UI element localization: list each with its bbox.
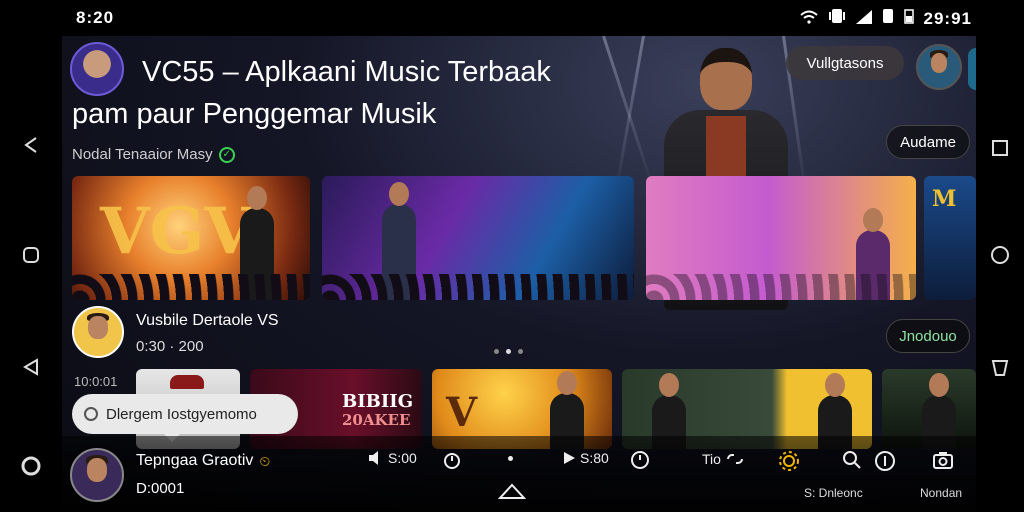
info-circle-icon [875, 451, 895, 471]
now-playing-title: Vusbile Dertaole VS [136, 312, 279, 329]
square-icon[interactable] [19, 243, 43, 267]
tio-label-button[interactable]: Tio [702, 450, 745, 468]
share-icon[interactable] [19, 133, 43, 157]
volume-icon [369, 451, 378, 465]
timer-icon: ⏲ [259, 452, 271, 469]
carousel-tile[interactable] [646, 176, 916, 300]
right-system-bar [976, 36, 1024, 512]
sim-icon [882, 8, 894, 29]
profile-avatar-partial[interactable] [968, 48, 976, 90]
play-value: S:80 [580, 450, 609, 466]
volume-control[interactable]: S:00 [368, 450, 417, 466]
player-avatar[interactable] [70, 448, 124, 502]
info-button[interactable] [874, 450, 896, 472]
app-screen: VC55 – Aplkaani Music Terbaak pam paur P… [62, 36, 976, 512]
tile-text: BIBIIG [342, 391, 414, 412]
gear-icon [779, 451, 799, 471]
now-playing-avatar[interactable] [72, 306, 124, 358]
top-pill-button[interactable]: Vullgtasons [786, 46, 904, 80]
now-playing-time: 0:30 · 200 [136, 338, 204, 355]
tio-label: Tio [702, 451, 721, 467]
subtitle-text: Nodal Tenaaior Masy [72, 146, 213, 163]
stopwatch-icon [444, 453, 460, 469]
player-track-sub: D:0001 [136, 480, 185, 497]
camera-button[interactable] [932, 450, 954, 470]
status-bar: 8:20 29:91 [0, 0, 1024, 36]
back-triangle-icon[interactable] [19, 355, 43, 379]
play-icon [564, 452, 575, 464]
timer-button[interactable] [442, 450, 462, 470]
dot-separator [508, 456, 513, 461]
home-icon[interactable] [988, 243, 1012, 267]
wifi-icon [799, 9, 818, 29]
recents-icon[interactable] [988, 136, 1012, 160]
carousel-tile[interactable]: VGV [72, 176, 310, 300]
jnodouo-button[interactable]: Jnodouo [886, 319, 970, 353]
volume-value: S:00 [388, 450, 417, 466]
tile-graphic-text: V [446, 389, 478, 436]
left-system-bar [0, 36, 62, 512]
play-control[interactable]: S:80 [562, 450, 609, 466]
back-icon[interactable] [988, 356, 1012, 380]
status-icons: 29:91 [799, 8, 972, 29]
battery-icon [903, 8, 914, 29]
check-icon: ✓ [218, 146, 235, 163]
stage-light [614, 36, 645, 194]
clock-button[interactable] [630, 450, 650, 470]
status-clock: 29:91 [923, 8, 972, 28]
link-icon [726, 454, 743, 464]
page-title-line2: pam paur Penggemar Musik [72, 98, 437, 130]
clock-icon [631, 451, 649, 469]
player-title-text: Tepngaa Graotiv [136, 452, 254, 469]
app-logo [70, 42, 124, 96]
bottom-label-right: Nondan [920, 486, 963, 500]
search-icon [843, 451, 861, 469]
player-bar: Tepngaa Graotiv ⏲ D:0001 S:00 S:80 Tio S… [62, 436, 976, 512]
carousel-indicator [494, 349, 523, 354]
profile-avatar[interactable] [916, 44, 962, 90]
page-title: VC55 – Aplkaani Music Terbaak [142, 56, 551, 88]
toast-text: Dlergem Iostgyemomo [106, 405, 257, 423]
tile-graphic-text: VGV [100, 194, 254, 269]
page-subtitle: Nodal Tenaaior Masy ✓ [72, 146, 235, 163]
status-time: 8:20 [76, 8, 115, 27]
home-bar-icon[interactable] [498, 482, 526, 500]
camera-icon [933, 452, 953, 469]
home-circle-icon[interactable] [19, 454, 43, 478]
search-button[interactable] [842, 450, 862, 470]
tile-text-2: 20AKEE [342, 411, 411, 429]
info-icon [84, 407, 98, 421]
row-label: 10:0:01 [74, 374, 118, 389]
vibrate-icon [828, 8, 846, 29]
signal-icon [855, 9, 872, 29]
carousel-tile[interactable]: M [924, 176, 976, 300]
audame-button[interactable]: Audame [886, 125, 970, 159]
player-track-title: Tepngaa Graotiv ⏲ [136, 452, 270, 470]
settings-button[interactable] [778, 450, 800, 472]
carousel-tile[interactable] [322, 176, 634, 300]
bottom-label-left: S: Dnleonc [804, 486, 863, 500]
toast-tooltip: Dlergem Iostgyemomo [72, 394, 298, 442]
